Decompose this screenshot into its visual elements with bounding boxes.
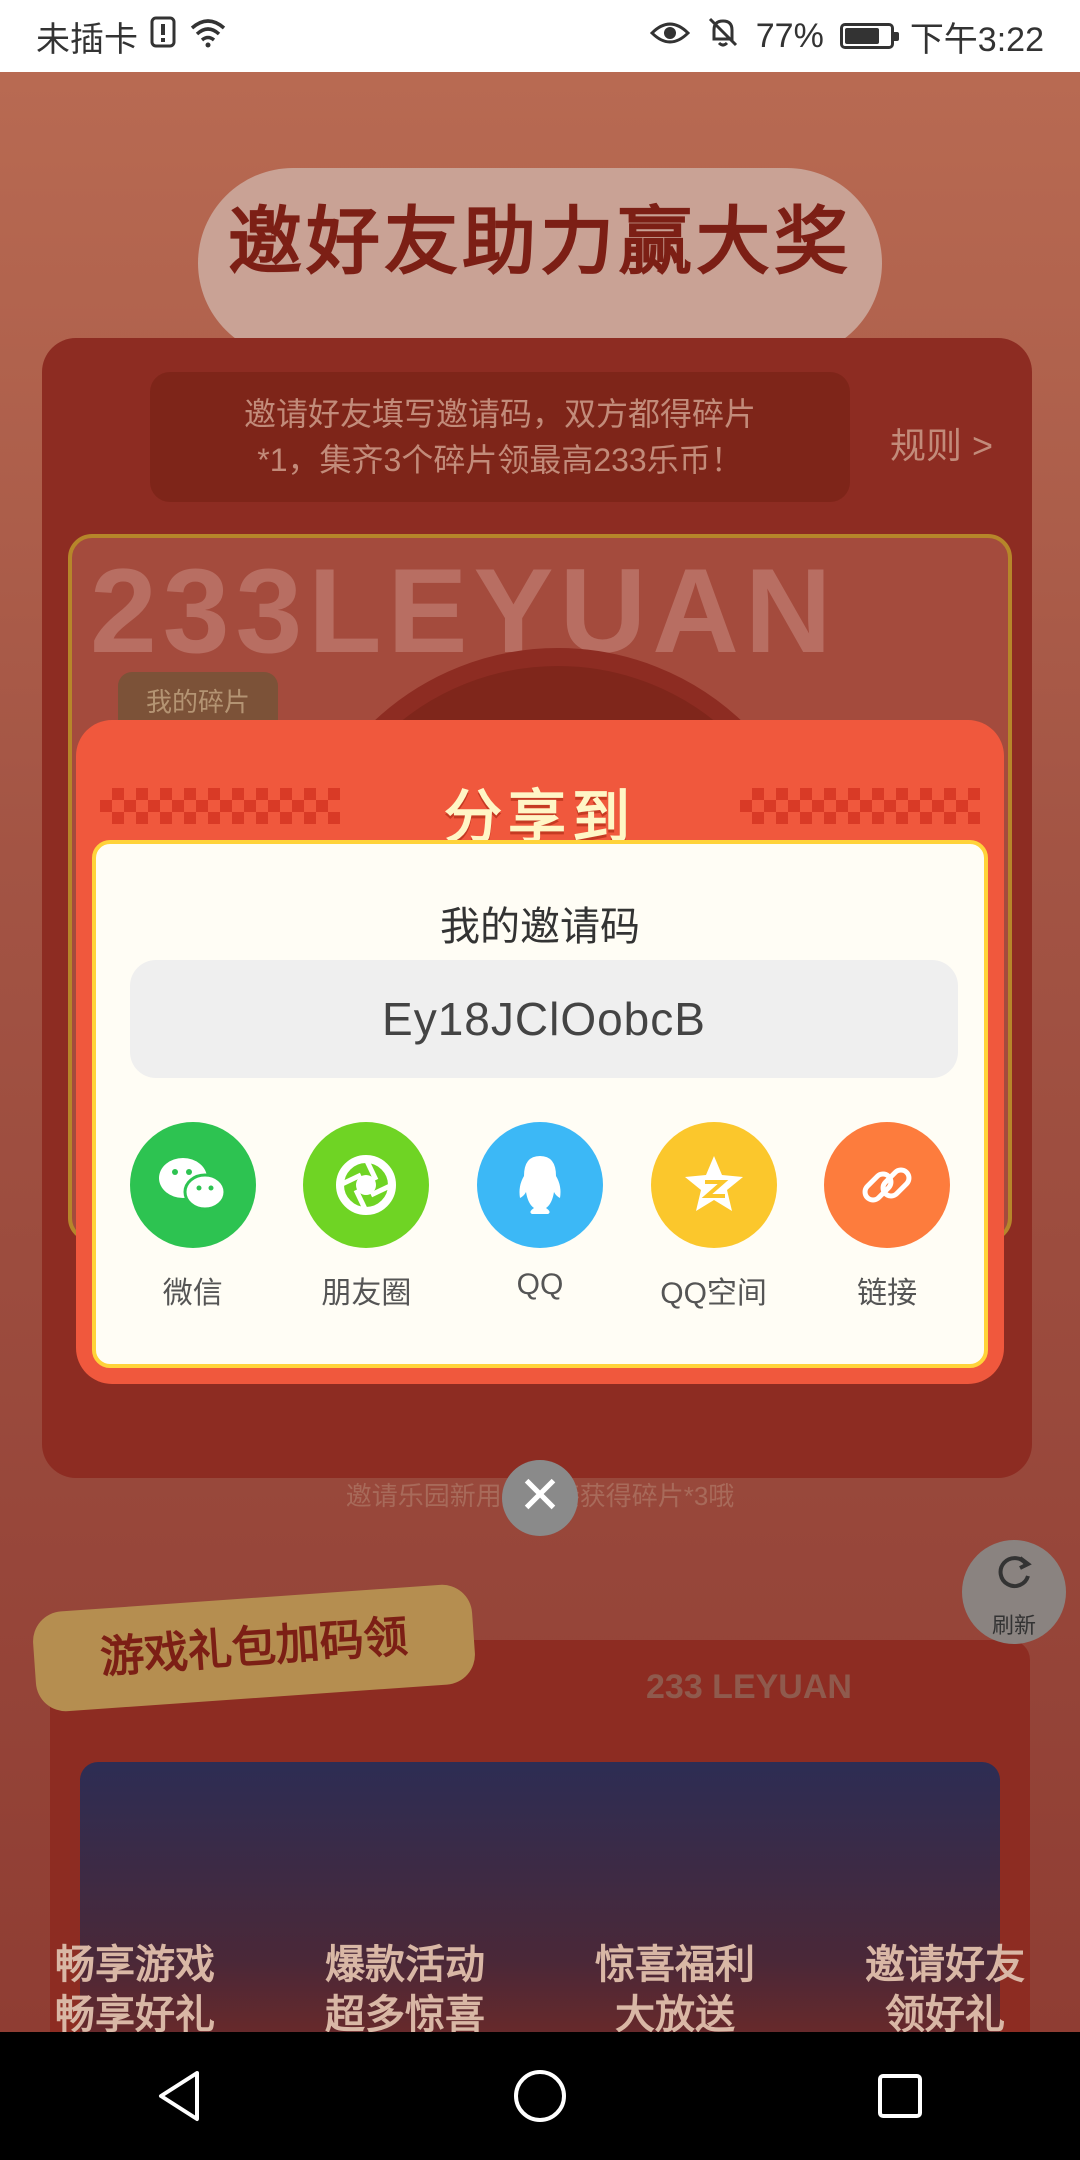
carrier-label: 未插卡 [36, 20, 138, 59]
link-icon[interactable] [824, 1122, 951, 1248]
share-targets: 微信 朋友圈 QQ QQ空间 链接 [96, 1122, 984, 1312]
close-icon: ✕ [518, 1467, 562, 1525]
share-label: 朋友圈 [321, 1277, 412, 1310]
qq-icon[interactable] [476, 1122, 603, 1248]
share-label: 微信 [162, 1277, 223, 1310]
share-wechat[interactable]: 微信 [113, 1122, 273, 1312]
close-modal-button[interactable]: ✕ [502, 1460, 578, 1536]
recents-icon [878, 2074, 922, 2118]
mute-bell-icon [706, 15, 740, 58]
battery-icon [839, 23, 899, 49]
home-button[interactable] [500, 2056, 580, 2136]
invite-code-box[interactable]: Ey18JClOobcB [130, 960, 958, 1078]
system-nav-bar [0, 2032, 1080, 2160]
clock: 下午3:22 [909, 20, 1044, 59]
recents-button[interactable] [860, 2056, 940, 2136]
share-qq[interactable]: QQ [460, 1122, 620, 1312]
qzone-icon[interactable] [650, 1122, 777, 1248]
refresh-icon [962, 1540, 1066, 1608]
back-button[interactable] [140, 2056, 220, 2136]
refresh-button[interactable]: 刷新 [962, 1540, 1066, 1644]
wifi-icon [188, 16, 228, 57]
battery-percent: 77% [755, 16, 824, 55]
share-qzone[interactable]: QQ空间 [634, 1122, 794, 1312]
modal-body: 我的邀请码 Ey18JClOobcB 微信 朋友圈 QQ QQ空间 链接 [92, 840, 988, 1368]
sim-alert-icon [150, 16, 176, 57]
battery-fill [844, 28, 879, 44]
home-icon [514, 2070, 566, 2122]
share-moments[interactable]: 朋友圈 [286, 1122, 446, 1312]
wechat-icon[interactable] [129, 1122, 256, 1248]
invite-code-label: 我的邀请码 [440, 905, 640, 949]
status-bar: 未插卡 77% 下午3:22 [0, 0, 1080, 72]
share-label: 链接 [857, 1277, 918, 1310]
share-modal: 分享到 我的邀请码 Ey18JClOobcB 微信 朋友圈 QQ QQ空间 链接 [76, 720, 1004, 1384]
modal-header: 分享到 [76, 744, 1004, 854]
share-link[interactable]: 链接 [807, 1122, 967, 1312]
back-icon [159, 2071, 199, 2121]
refresh-label: 刷新 [991, 1613, 1036, 1638]
moments-icon[interactable] [303, 1122, 430, 1248]
eye-comfort-icon [649, 17, 690, 56]
share-label: QQ空间 [660, 1277, 767, 1310]
share-label: QQ [516, 1268, 564, 1301]
